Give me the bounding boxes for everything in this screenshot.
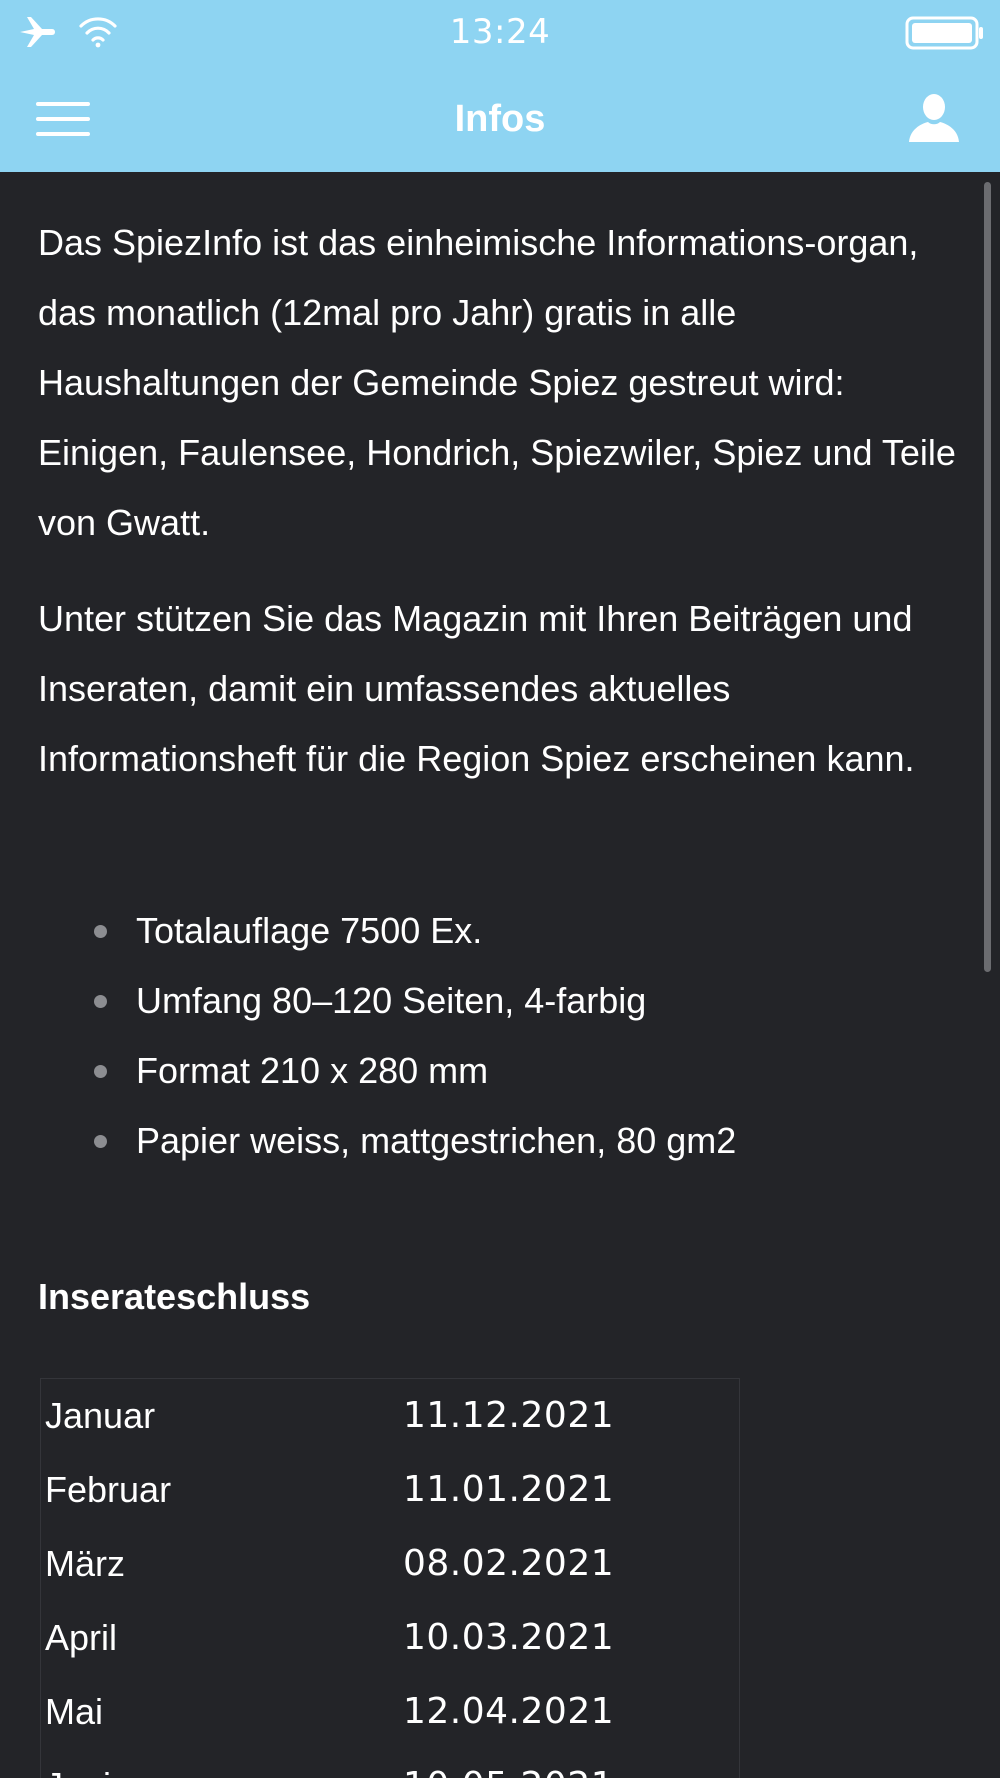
list-item: Papier weiss, mattgestrichen, 80 gm2 [0,1106,1000,1176]
status-bar: 13:24 [0,0,1000,64]
month-cell: Januar [45,1395,156,1436]
table-row: Januar 11.12.2021 [41,1379,739,1453]
bullet-icon [94,1135,107,1148]
spec-text: Papier weiss, mattgestrichen, 80 gm2 [136,1120,737,1161]
table-row: März 08.02.2021 [41,1527,739,1601]
table-row: Mai 12.04.2021 [41,1675,739,1749]
bullet-icon [94,1065,107,1078]
month-cell: April [45,1617,118,1658]
spec-text: Totalauflage 7500 Ex. [136,910,483,951]
date-cell: 12.04.2021 [403,1691,615,1732]
navigation-bar: Infos [0,64,1000,172]
page-title: Infos [454,98,546,140]
bullet-icon [94,995,107,1008]
spec-text: Umfang 80–120 Seiten, 4-farbig [136,980,647,1021]
date-cell: 10.05.2021 [403,1749,614,1778]
month-cell: Februar [45,1469,172,1510]
intro-paragraph: Das SpiezInfo ist das einheimische Infor… [38,222,956,543]
month-cell: Mai [45,1691,104,1732]
table-row: April 10.03.2021 [41,1601,739,1675]
bullet-icon [94,925,107,938]
table-row: Februar 11.01.2021 [41,1453,739,1527]
date-cell: 11.01.2021 [403,1469,615,1510]
date-cell: 08.02.2021 [403,1543,615,1584]
battery-icon [905,16,983,50]
list-item: Format 210 x 280 mm [0,1036,1000,1106]
support-paragraph: Unter stützen Sie das Magazin mit Ihren … [38,598,915,779]
table-row: Juni 10.05.2021 [41,1749,739,1778]
content-area[interactable]: Das SpiezInfo ist das einheimische Infor… [0,172,1000,1778]
date-cell: 10.03.2021 [403,1617,615,1658]
status-time: 13:24 [449,12,551,52]
spec-text: Format 210 x 280 mm [136,1050,489,1091]
list-item: Umfang 80–120 Seiten, 4-farbig [0,966,1000,1036]
date-cell: 11.12.2021 [403,1395,615,1436]
deadline-table: Januar 11.12.2021 Februar 11.01.2021 Mär… [40,1378,740,1778]
list-item: Totalauflage 7500 Ex. [0,896,1000,966]
month-cell: März [45,1543,125,1584]
section-heading: Inserateschluss [38,1276,311,1317]
spec-list: Totalauflage 7500 Ex. Umfang 80–120 Seit… [0,896,1000,1176]
month-cell: Juni [45,1749,111,1778]
user-profile-icon[interactable] [906,90,962,146]
scrollbar[interactable] [984,182,991,972]
app-screen: 13:24 Infos Das SpiezInfo ist das einhei… [0,0,1000,1778]
